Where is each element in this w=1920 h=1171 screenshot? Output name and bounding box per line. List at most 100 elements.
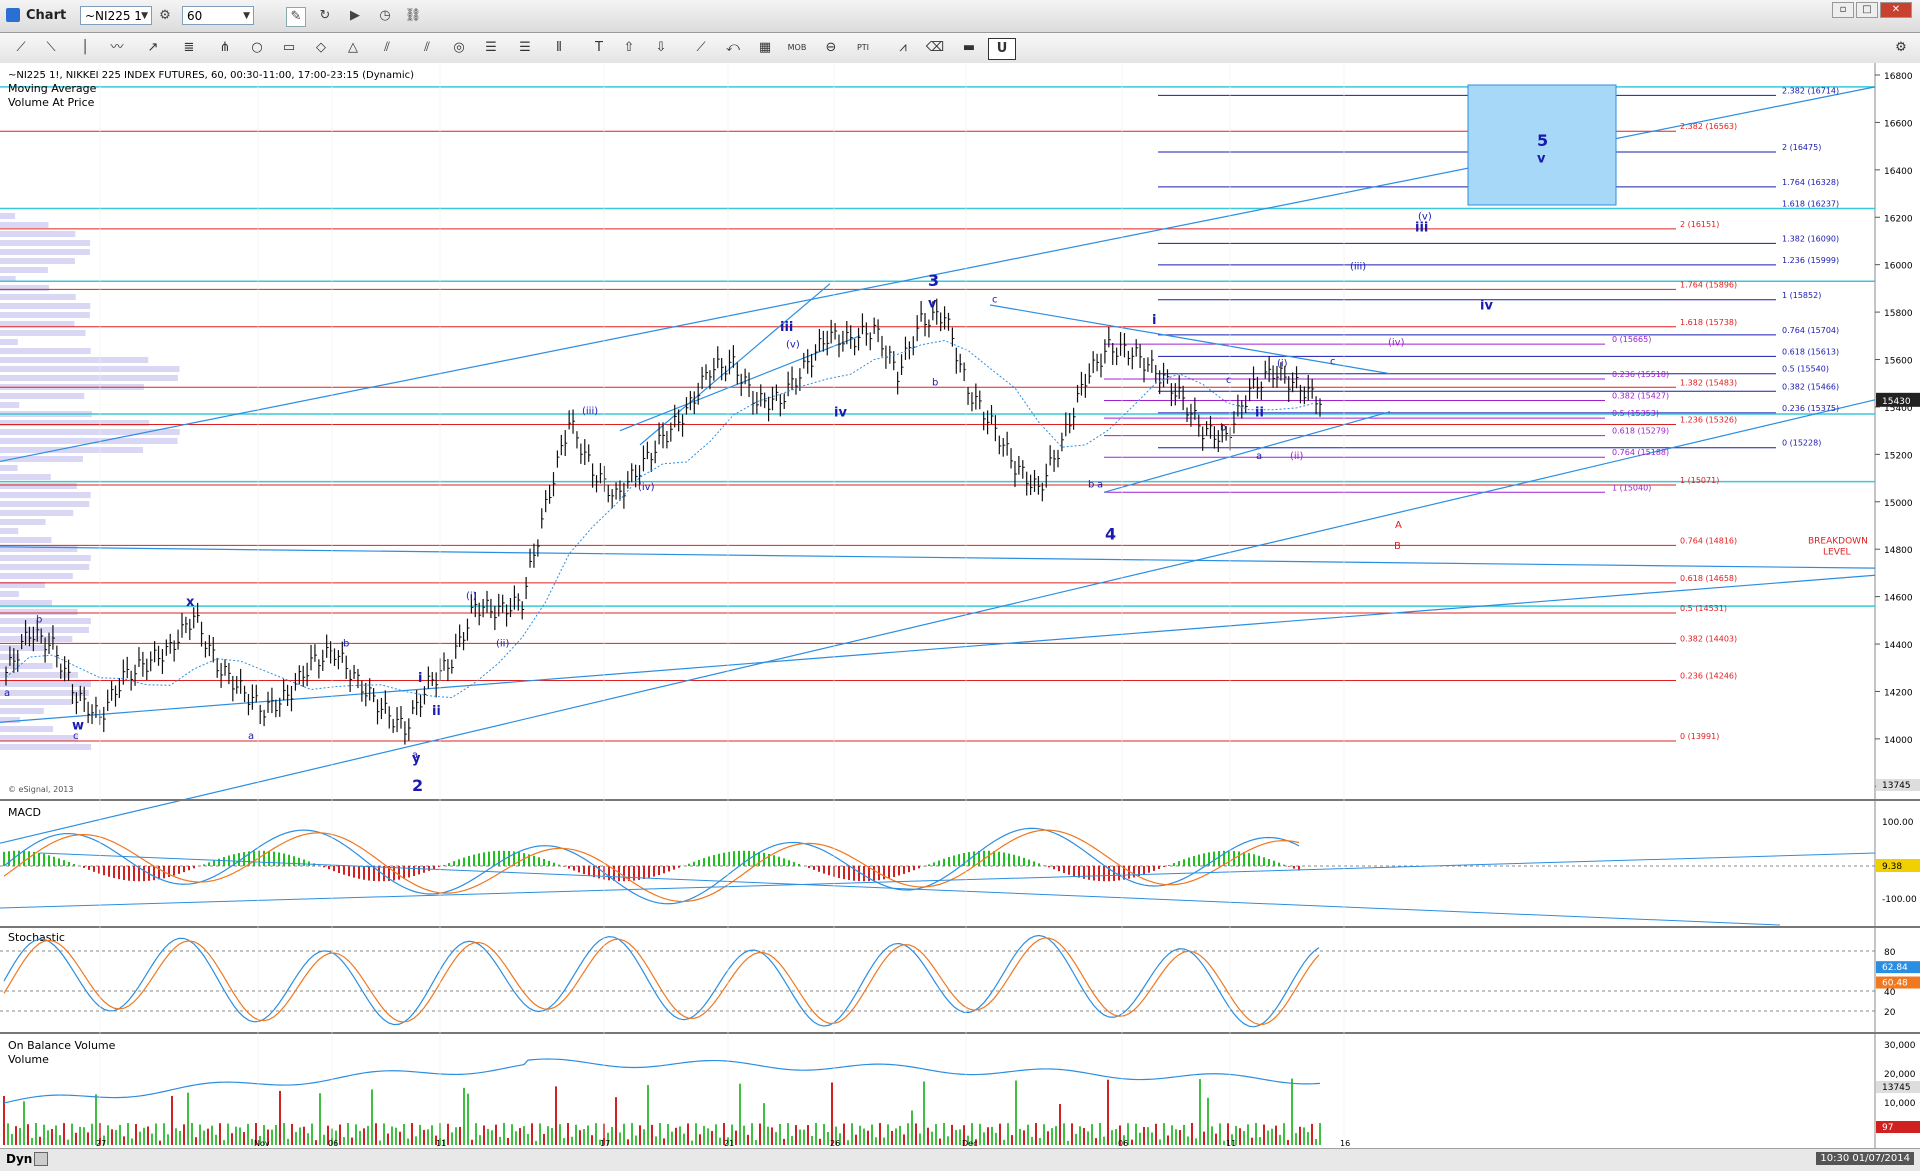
pen-tool-icon[interactable]: ◇: [308, 38, 334, 58]
mob-tool-icon[interactable]: MOB: [784, 38, 810, 58]
indicator-moving-average: Moving Average: [8, 82, 97, 95]
link-icon[interactable]: ⛓: [404, 7, 422, 25]
vap-bar: [0, 519, 46, 525]
line-tool-icon[interactable]: ⟋: [8, 38, 34, 58]
fib-red-label: 1.764 (15896): [1680, 280, 1737, 289]
wave-label: (iv): [1388, 337, 1405, 348]
text-tool-icon[interactable]: T: [586, 38, 612, 58]
pti-tool-icon[interactable]: PTI: [850, 38, 876, 58]
fib-red-label: 2 (16151): [1680, 220, 1719, 229]
wave-label: ii: [432, 704, 441, 719]
chevron-down-icon[interactable]: ▼: [141, 7, 148, 26]
window-title: Chart: [26, 8, 67, 23]
fib-blue-label: 0 (15228): [1782, 439, 1821, 448]
lines-tool-icon[interactable]: ☰: [512, 38, 538, 58]
x-tick-label: Nov: [254, 1139, 270, 1148]
fib-blue-label: 1 (15852): [1782, 291, 1821, 300]
status-icon[interactable]: [34, 1152, 48, 1166]
cycle-tool-icon[interactable]: ◎: [446, 38, 472, 58]
trend-tool-icon[interactable]: ⟋: [688, 38, 714, 58]
x-tick-label: 06: [1118, 1139, 1128, 1148]
grid-tool-icon[interactable]: ▦: [752, 38, 778, 58]
channel-tool-icon[interactable]: ⫽: [374, 38, 400, 58]
macd-value-label: 9.38: [1882, 862, 1902, 872]
x-tick-label: 11: [436, 1139, 446, 1148]
chart-canvas[interactable]: 2.382 (16563) 2 (16151) 1.764 (15896) 1.618…: [0, 63, 1920, 1148]
vertical-lines-tool-icon[interactable]: ⦀: [546, 38, 572, 58]
wave-label: v: [928, 296, 937, 311]
parallel-lines-tool-icon[interactable]: ⫽: [414, 38, 440, 58]
wave-label: 3: [928, 271, 939, 290]
vertical-line-tool-icon[interactable]: │: [72, 38, 98, 58]
obv-tick: 30,000: [1884, 1041, 1916, 1051]
fib-blue-label: 0.236 (15375): [1782, 404, 1839, 413]
stoch-tick: 20: [1884, 1008, 1896, 1018]
magnet-tool-icon[interactable]: U: [988, 38, 1016, 60]
maximize-button[interactable]: □: [1856, 2, 1878, 18]
stoch-tick: 80: [1884, 948, 1896, 958]
y-tick-label: 14800: [1884, 546, 1913, 556]
y-tick-label: 15800: [1884, 309, 1913, 319]
fib-red-label: 0 (13991): [1680, 732, 1719, 741]
up-arrow-tool-icon[interactable]: ⇧: [616, 38, 642, 58]
settings-icon[interactable]: ⚙: [156, 7, 174, 25]
close-button[interactable]: ✕: [1880, 2, 1912, 18]
vap-bar: [0, 627, 90, 633]
refresh-icon[interactable]: ↻: [316, 7, 334, 25]
fib-red-label: 2.382 (16563): [1680, 122, 1737, 131]
circle-tool-icon[interactable]: ○: [244, 38, 270, 58]
stoch-d-label: 60.48: [1882, 979, 1908, 989]
fib-red-label: 0.382 (14403): [1680, 634, 1737, 643]
volume-title: Volume: [8, 1053, 49, 1066]
cycle-tool-2-icon[interactable]: ⊖: [818, 38, 844, 58]
interval-input[interactable]: 60 ▼: [182, 6, 254, 25]
wave-label: (ii): [1290, 451, 1303, 462]
x-tick-label: 11: [1226, 1139, 1236, 1148]
restore-button[interactable]: ▫: [1832, 2, 1854, 18]
vap-bar: [0, 618, 91, 624]
wave-label: c: [1330, 356, 1336, 367]
triangle-tool-icon[interactable]: △: [340, 38, 366, 58]
vap-bar: [0, 249, 90, 255]
rectangle-tool-icon[interactable]: ▭: [276, 38, 302, 58]
status-time: 10:30 01/07/2014: [1816, 1152, 1914, 1165]
back-arrow-tool-icon[interactable]: ⤺: [720, 38, 746, 58]
y-tick-label: 14400: [1884, 641, 1913, 651]
symbol-input[interactable]: ~NI225 1 ▼: [80, 6, 152, 25]
polyline-tool-icon[interactable]: 〰: [104, 38, 130, 58]
vap-bar: [0, 213, 15, 219]
play-icon[interactable]: ▶: [346, 7, 364, 25]
ray-tool-icon[interactable]: ⟍: [38, 38, 64, 58]
wave-tool-icon[interactable]: ⩘: [890, 38, 916, 58]
wave-label: v: [1537, 152, 1546, 167]
vap-bar: [0, 672, 79, 678]
vap-bar: [0, 735, 79, 741]
eraser-tool-icon[interactable]: ⌫: [922, 38, 948, 58]
vap-bar: [0, 528, 19, 534]
fibonacci-tool-icon[interactable]: ≣: [176, 38, 202, 58]
down-arrow-tool-icon[interactable]: ⇩: [648, 38, 674, 58]
y-tick-label: 14000: [1884, 736, 1913, 746]
y-tick-label: 16200: [1884, 214, 1913, 224]
vap-bar: [0, 357, 149, 363]
wave-label: (iii): [1350, 261, 1366, 272]
stoch-k-label: 62.84: [1882, 963, 1908, 973]
arrow-tool-icon[interactable]: ↗: [140, 38, 166, 58]
pitchfork-tool-icon[interactable]: ⋔: [212, 38, 238, 58]
horizontal-lines-tool-icon[interactable]: ☰: [478, 38, 504, 58]
comment-tool-icon[interactable]: ▬: [956, 38, 982, 58]
wave-label: 4: [1105, 525, 1116, 544]
fib-purple-label: 1 (15040): [1612, 483, 1651, 492]
chart-settings-icon[interactable]: ⚙: [1888, 38, 1914, 58]
x-tick-label: 27: [96, 1139, 106, 1148]
history-icon[interactable]: ◷: [376, 7, 394, 25]
wave-label: a: [4, 688, 10, 699]
interval-value: 60: [187, 9, 203, 23]
chevron-down-icon[interactable]: ▼: [243, 7, 250, 26]
x-tick-label: 17: [600, 1139, 610, 1148]
fib-purple-label: 0.618 (15279): [1612, 427, 1669, 436]
pencil-icon[interactable]: ✎: [286, 7, 306, 27]
vap-bar: [0, 726, 54, 732]
vap-bar: [0, 483, 77, 489]
fib-blue-label: 0.764 (15704): [1782, 326, 1839, 335]
